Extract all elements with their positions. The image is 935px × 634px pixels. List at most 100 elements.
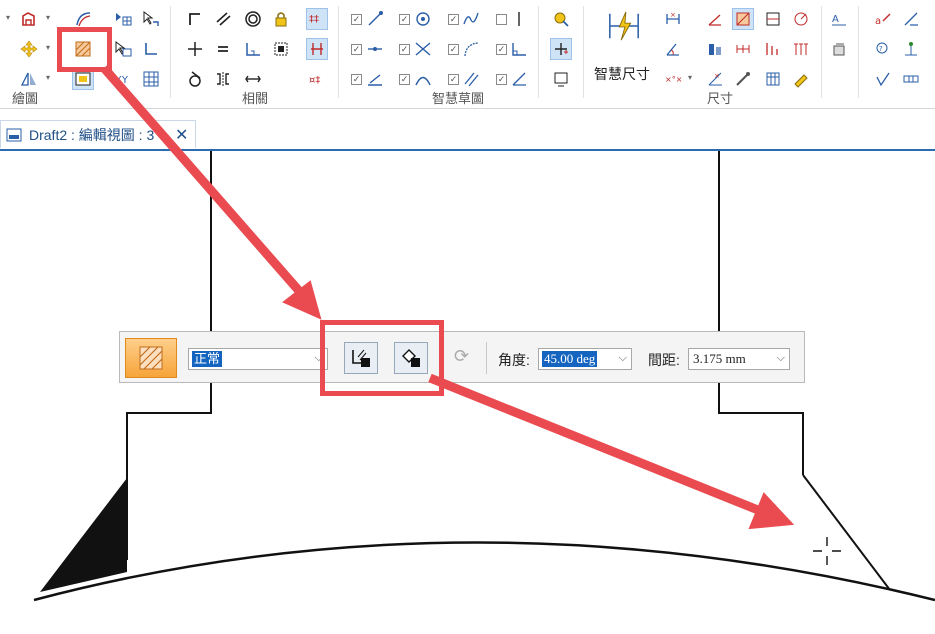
cursor-snap-icon[interactable] — [550, 38, 572, 60]
on-element-icon[interactable] — [364, 68, 386, 90]
curve-point-icon[interactable] — [460, 8, 482, 30]
balloon-icon[interactable]: ? — [872, 38, 894, 60]
checkbox-icon[interactable]: ✓ — [496, 44, 507, 55]
angle-field[interactable]: 45.00 deg ⌵ — [538, 348, 632, 370]
boss-arc — [33, 541, 935, 602]
dropdown-icon[interactable]: ▾ — [688, 74, 696, 82]
spacing-field[interactable]: 3.175 mm ⌵ — [688, 348, 790, 370]
angular-coordinate-icon[interactable] — [704, 8, 726, 30]
display-icon[interactable] — [550, 68, 572, 90]
annotation-icon[interactable] — [828, 38, 850, 60]
distance-between-icon[interactable]: × — [662, 8, 684, 30]
document-tab[interactable]: Draft2 : 編輯視圖 : 3 ✕ — [0, 120, 196, 148]
sketch-options-icon[interactable] — [550, 8, 572, 30]
highlight-box-fill-tool — [57, 27, 112, 72]
radial-icon[interactable] — [790, 8, 812, 30]
checkbox-icon[interactable]: ✓ — [351, 74, 362, 85]
chevron-down-icon[interactable]: ⌵ — [619, 352, 627, 365]
horizontal-vertical-icon[interactable] — [242, 38, 264, 60]
copy-attributes-icon[interactable] — [732, 68, 754, 90]
connector-icon[interactable] — [900, 38, 922, 60]
parallel-icon[interactable] — [212, 8, 234, 30]
dropdown-icon[interactable]: ▾ — [46, 74, 54, 82]
close-icon[interactable]: ✕ — [175, 125, 188, 145]
arc-icon[interactable] — [412, 68, 434, 90]
grid-icon[interactable] — [140, 68, 162, 90]
maintain-relations-icon[interactable]: ‡‡ — [306, 8, 328, 30]
rigid-icon[interactable] — [270, 38, 292, 60]
group-separator — [170, 6, 171, 98]
move-icon[interactable] — [18, 38, 40, 60]
chevron-down-icon[interactable]: ⌵ — [777, 352, 785, 365]
fill-style-button[interactable] — [125, 338, 177, 378]
surface-texture-icon[interactable] — [872, 68, 894, 90]
table-icon[interactable] — [112, 8, 134, 30]
spacing-value: 3.175 mm — [693, 351, 746, 366]
center-icon[interactable] — [412, 8, 434, 30]
angle-baseline-icon[interactable]: × — [704, 68, 726, 90]
angle-snap-icon[interactable] — [508, 68, 530, 90]
group-separator — [538, 6, 539, 98]
chain-icon[interactable] — [732, 38, 754, 60]
feature-control-icon[interactable] — [900, 68, 922, 90]
checkbox-icon[interactable]: ✓ — [399, 44, 410, 55]
angle-value: 45.00 deg — [542, 351, 598, 367]
checkbox-icon[interactable]: ✓ — [399, 14, 410, 25]
xy-icon[interactable]: XY — [112, 68, 134, 90]
relation-assistant-icon[interactable] — [306, 38, 328, 60]
mirror-icon[interactable] — [18, 68, 40, 90]
dropdown-icon[interactable]: ▾ — [6, 14, 14, 22]
midpoint-icon[interactable] — [364, 38, 386, 60]
polygon-icon[interactable] — [18, 8, 40, 30]
smart-dimension-label[interactable]: 智慧尺寸 — [594, 64, 650, 84]
arrow-icon[interactable] — [140, 8, 162, 30]
checkbox-icon[interactable]: ✓ — [351, 44, 362, 55]
perpendicular-icon[interactable] — [184, 38, 206, 60]
equal-icon[interactable] — [212, 38, 234, 60]
symmetric-icon[interactable] — [212, 68, 234, 90]
checkbox-icon[interactable]: ✓ — [448, 14, 459, 25]
ordinate-icon[interactable] — [790, 38, 812, 60]
dropdown-icon[interactable]: ▾ — [46, 14, 54, 22]
fill-command-bar: 正常 ⌵ ⟳ 角度: 45.00 deg ⌵ 間距: 3.175 mm ⌵ — [119, 331, 805, 383]
fill-style-dropdown[interactable]: 正常 ⌵ — [188, 348, 328, 370]
refresh-icon[interactable]: ⟳ — [454, 346, 469, 367]
text-style-icon[interactable]: A — [828, 8, 850, 30]
relation-colors-icon[interactable]: ¤‡ — [306, 68, 328, 90]
callout-icon[interactable]: a — [872, 8, 894, 30]
stacked-icon[interactable] — [704, 38, 726, 60]
perpendicular-snap-icon[interactable] — [508, 38, 530, 60]
svg-text:a: a — [875, 16, 881, 27]
checkbox-icon[interactable]: ✓ — [351, 14, 362, 25]
leader-icon[interactable] — [900, 8, 922, 30]
tangent-icon[interactable] — [184, 68, 206, 90]
angle-between-icon[interactable] — [662, 38, 684, 60]
dropdown-icon[interactable]: ▾ — [46, 44, 54, 52]
angle-label: 角度: — [498, 352, 530, 368]
chamfer-dimension-icon[interactable] — [762, 8, 784, 30]
checkbox-icon[interactable]: ✓ — [496, 74, 507, 85]
checkbox-icon[interactable]: ✓ — [399, 74, 410, 85]
corner-icon[interactable] — [140, 38, 162, 60]
dimension-style-icon[interactable] — [790, 68, 812, 90]
vertical-line-icon[interactable] — [508, 8, 530, 30]
smart-dimension-icon[interactable] — [606, 8, 642, 44]
intersection-icon[interactable] — [412, 38, 434, 60]
endpoint-icon[interactable] — [364, 8, 386, 30]
drawing-canvas[interactable] — [0, 151, 935, 634]
tangent-curve-icon[interactable] — [460, 38, 482, 60]
baseline-icon[interactable] — [762, 38, 784, 60]
highlight-box-fill-buttons — [320, 320, 444, 396]
circle-icon[interactable] — [242, 8, 264, 30]
parallel-snap-icon[interactable] — [460, 68, 482, 90]
corner-relation-icon[interactable] — [184, 8, 206, 30]
coordinate-dimension-icon[interactable]: ×°× — [662, 68, 684, 90]
checkbox-icon[interactable]: ✓ — [448, 74, 459, 85]
select-table-icon[interactable] — [112, 38, 134, 60]
lock-icon[interactable] — [270, 8, 292, 30]
collinear-icon[interactable] — [242, 68, 264, 90]
symmetric-diameter-icon[interactable] — [732, 8, 754, 30]
fill-pattern-icon — [139, 346, 163, 370]
checkbox-icon[interactable]: ✓ — [448, 44, 459, 55]
dimension-table-icon[interactable] — [762, 68, 784, 90]
